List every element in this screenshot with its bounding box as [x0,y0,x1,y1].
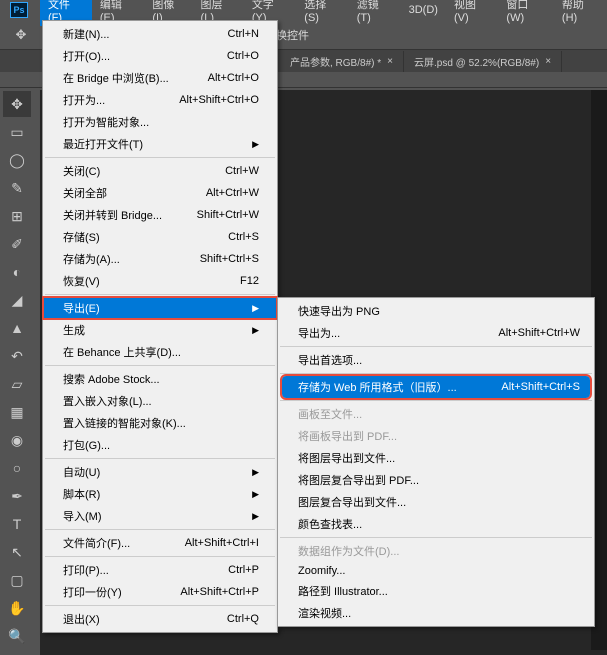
submenu-artboards-files[interactable]: 画板至文件... [278,403,594,425]
separator [45,605,275,606]
submenu-lut[interactable]: 颜色查找表... [278,513,594,535]
separator [280,373,592,374]
separator [45,294,275,295]
menu-place-embed[interactable]: 置入嵌入对象(L)... [43,390,277,412]
submenu-zoomify[interactable]: Zoomify... [278,562,594,580]
menu-close-all[interactable]: 关闭全部Alt+Ctrl+W [43,182,277,204]
menu-scripts[interactable]: 脚本(R)▶ [43,483,277,505]
menu-select[interactable]: 选择(S) [296,0,348,26]
submenu-render-video[interactable]: 渲染视频... [278,602,594,624]
arrow-right-icon: ▶ [252,139,259,150]
menu-3d[interactable]: 3D(D) [401,2,446,18]
close-icon[interactable]: × [387,56,393,67]
app-icon: Ps [10,2,28,18]
menu-help[interactable]: 帮助(H) [554,0,607,26]
submenu-export-as[interactable]: 导出为...Alt+Shift+Ctrl+W [278,322,594,344]
menu-package[interactable]: 打包(G)... [43,434,277,456]
history-tool[interactable]: ↶ [3,343,31,369]
arrow-right-icon: ▶ [252,325,259,336]
wand-tool[interactable]: ✎ [3,175,31,201]
menu-recent[interactable]: 最近打开文件(T)▶ [43,133,277,155]
options-label: 换控件 [276,27,309,43]
path-tool[interactable]: ↖ [3,539,31,565]
menu-revert[interactable]: 恢复(V)F12 [43,270,277,292]
submenu-quick-png[interactable]: 快速导出为 PNG [278,300,594,322]
menu-adobe-stock[interactable]: 搜索 Adobe Stock... [43,368,277,390]
menu-filter[interactable]: 滤镜(T) [349,0,401,26]
tab-2[interactable]: 云屏.psd @ 52.2%(RGB/8#)× [404,51,562,72]
menu-open-as[interactable]: 打开为...Alt+Shift+Ctrl+O [43,89,277,111]
arrow-right-icon: ▶ [252,303,259,314]
heal-tool[interactable]: ◐ [3,259,31,285]
menu-open-smart[interactable]: 打开为智能对象... [43,111,277,133]
menu-print[interactable]: 打印(P)...Ctrl+P [43,559,277,581]
menu-file-info[interactable]: 文件简介(F)...Alt+Shift+Ctrl+I [43,532,277,554]
separator [280,346,592,347]
submenu-layer-comps-pdf[interactable]: 将图层复合导出到 PDF... [278,469,594,491]
menu-close-bridge[interactable]: 关闭并转到 Bridge...Shift+Ctrl+W [43,204,277,226]
pen-tool[interactable]: ✒ [3,483,31,509]
move-tool-icon[interactable]: ✥ [10,24,32,46]
menu-save-as[interactable]: 存储为(A)...Shift+Ctrl+S [43,248,277,270]
menu-window[interactable]: 窗口(W) [498,0,554,26]
submenu-illustrator[interactable]: 路径到 Illustrator... [278,580,594,602]
separator [45,529,275,530]
arrow-right-icon: ▶ [252,511,259,522]
menu-print-one[interactable]: 打印一份(Y)Alt+Shift+Ctrl+P [43,581,277,603]
tab-1[interactable]: 产品参数, RGB/8#) *× [280,51,404,72]
hand-tool[interactable]: ✋ [3,595,31,621]
zoom-tool[interactable]: 🔍 [3,623,31,649]
menu-save[interactable]: 存储(S)Ctrl+S [43,226,277,248]
menu-browse-bridge[interactable]: 在 Bridge 中浏览(B)...Alt+Ctrl+O [43,67,277,89]
menu-generate[interactable]: 生成▶ [43,319,277,341]
menu-automate[interactable]: 自动(U)▶ [43,461,277,483]
menu-behance[interactable]: 在 Behance 上共享(D)... [43,341,277,363]
submenu-artboards-pdf[interactable]: 将画板导出到 PDF... [278,425,594,447]
menu-open[interactable]: 打开(O)...Ctrl+O [43,45,277,67]
shape-tool[interactable]: ▢ [3,567,31,593]
submenu-datasets[interactable]: 数据组作为文件(D)... [278,540,594,562]
tools-panel: ✥ ▭ ◯ ✎ ⊞ ✐ ◐ ◢ ▲ ↶ ▱ ▦ ◉ ○ ✒ T ↖ ▢ ✋ 🔍 [0,90,34,650]
submenu-save-for-web[interactable]: 存储为 Web 所用格式（旧版）...Alt+Shift+Ctrl+S [282,376,590,398]
type-tool[interactable]: T [3,511,31,537]
eraser-tool[interactable]: ▱ [3,371,31,397]
menu-export[interactable]: 导出(E)▶ [43,297,277,319]
dodge-tool[interactable]: ○ [3,455,31,481]
separator [45,157,275,158]
menu-close[interactable]: 关闭(C)Ctrl+W [43,160,277,182]
menu-new[interactable]: 新建(N)...Ctrl+N [43,23,277,45]
separator [45,458,275,459]
submenu-export-prefs[interactable]: 导出首选项... [278,349,594,371]
close-icon[interactable]: × [545,56,551,67]
separator [280,400,592,401]
gradient-tool[interactable]: ▦ [3,399,31,425]
export-submenu: 快速导出为 PNG 导出为...Alt+Shift+Ctrl+W 导出首选项..… [277,297,595,627]
arrow-right-icon: ▶ [252,467,259,478]
submenu-layers-files[interactable]: 将图层导出到文件... [278,447,594,469]
separator [280,537,592,538]
eyedropper-tool[interactable]: ✐ [3,231,31,257]
file-menu-dropdown: 新建(N)...Ctrl+N 打开(O)...Ctrl+O 在 Bridge 中… [42,20,278,633]
menu-import[interactable]: 导入(M)▶ [43,505,277,527]
move-tool[interactable]: ✥ [3,91,31,117]
menu-exit[interactable]: 退出(X)Ctrl+Q [43,608,277,630]
arrow-right-icon: ▶ [252,489,259,500]
menu-place-link[interactable]: 置入链接的智能对象(K)... [43,412,277,434]
separator [45,365,275,366]
stamp-tool[interactable]: ▲ [3,315,31,341]
menubar: 文件(F) 编辑(E) 图像(I) 图层(L) 文字(Y) 选择(S) 滤镜(T… [0,0,607,20]
lasso-tool[interactable]: ◯ [3,147,31,173]
separator [45,556,275,557]
submenu-layer-comps-files[interactable]: 图层复合导出到文件... [278,491,594,513]
crop-tool[interactable]: ⊞ [3,203,31,229]
brush-tool[interactable]: ◢ [3,287,31,313]
marquee-tool[interactable]: ▭ [3,119,31,145]
blur-tool[interactable]: ◉ [3,427,31,453]
menu-view[interactable]: 视图(V) [446,0,498,26]
